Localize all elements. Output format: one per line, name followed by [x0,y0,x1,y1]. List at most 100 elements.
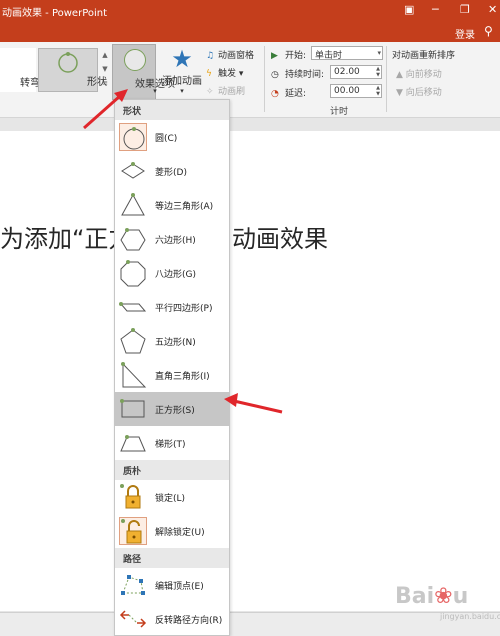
trapezoid-shape-icon [119,429,147,457]
lock-icon [119,483,147,511]
reverse-path-icon [119,605,147,633]
group-divider [264,46,265,112]
move-later-label: 向后移动 [405,88,442,98]
animations-ribbon: 转弯 形状 ▲ ▼ ≡ 效果选项 ▾ ★ 添加动画 ▾ ♫ 动画窗格 ϟ 触发 ▾ ✧ 动… [0,42,500,118]
animation-pane-icon: ♫ [206,51,215,61]
delay-value: 00.00 [334,86,360,96]
window-title: 动画效果 - PowerPoint [2,8,108,19]
arrow-down-icon: ▼ [396,88,403,98]
timing-group-label: 计时 [330,107,349,117]
menu-item-lock[interactable]: 锁定(L) [115,480,229,514]
start-value: 单击时 [315,51,343,61]
menu-item-pentagon[interactable]: 五边形(N) [115,324,229,358]
effect-options-icon [124,49,146,71]
group-divider [386,46,387,112]
watermark-url: jingyan.baidu.com [440,612,500,621]
triangle-shape-icon [119,191,147,219]
menu-item-right-triangle[interactable]: 直角三角形(I) [115,358,229,392]
login-link[interactable]: 登录 [455,26,475,41]
animation-painter-button[interactable]: ✧ 动画刷 [206,84,245,97]
play-icon: ▶ [271,51,278,61]
menu-item-reverse-path[interactable]: 反转路径方向(R) [115,602,229,635]
menu-item-parallelogram[interactable]: 平行四边形(P) [115,290,229,324]
menu-item-edit-points[interactable]: 编辑顶点(E) [115,568,229,602]
duration-label: 持续时间: [285,70,325,80]
delay-label: 延迟: [285,89,307,99]
minimize-icon[interactable]: ─ [432,3,439,16]
square-shape-icon [119,395,147,423]
menu-item-label: 圆(C) [155,134,178,144]
menu-item-label: 锁定(L) [155,494,186,504]
spinner-icon[interactable]: ▲ ▼ [376,85,380,97]
watermark-logo: Bai❀u [395,584,469,609]
right-triangle-shape-icon [119,361,147,389]
trigger-label: 触发 [218,69,237,79]
parallelogram-shape-icon [119,293,147,321]
menu-item-label: 六边形(H) [155,236,196,246]
restore-icon[interactable]: ❐ [460,3,470,16]
edit-points-icon [119,571,147,599]
duration-input[interactable]: 02.00 ▲ ▼ [330,65,382,79]
start-label: 开始: [285,51,307,61]
gallery-swivel[interactable]: 转弯 [0,48,40,92]
lightning-icon: ϟ [206,69,212,79]
delay-input[interactable]: 00.00 ▲ ▼ [330,84,382,98]
move-earlier-label: 向前移动 [405,70,442,80]
menu-item-circle[interactable]: 圆(C) [115,120,229,154]
animation-painter-label: 动画刷 [218,87,246,97]
gallery-shape[interactable]: 形状 [38,48,107,92]
duration-row: ◷ 持续时间: 02.00 ▲ ▼ [271,65,382,80]
user-icon[interactable]: ⚲ [484,24,493,38]
close-icon[interactable]: ✕ [488,3,497,16]
painter-icon: ✧ [206,87,214,97]
slide-canvas[interactable]: 为添加“正方 动画效果 [0,131,500,611]
start-row: ▶ 开始: 单击时 ▾ [271,46,383,61]
animation-pane-button[interactable]: ♫ 动画窗格 [206,48,254,61]
section-header: 质朴 [115,460,229,480]
effect-options-dropdown: 形状圆(C) 菱形(D) 等边三角形(A) 六边形(H) 八边形(G) 平行四边形(P) 五… [114,99,230,636]
move-later-button[interactable]: ▼ 向后移动 [396,85,442,98]
menu-item-label: 平行四边形(P) [155,304,213,314]
menu-item-label: 解除锁定(U) [155,528,205,538]
hexagon-shape-icon [119,225,147,253]
menu-item-label: 反转路径方向(R) [155,616,223,626]
section-header: 形状 [115,100,229,120]
add-animation-button[interactable]: ★ 添加动画 ▾ [160,46,204,102]
gallery-scroll[interactable]: ▲ ▼ ≡ [100,48,110,92]
duration-value: 02.00 [334,67,360,77]
menu-item-unlock[interactable]: 解除锁定(U) [115,514,229,548]
trigger-button[interactable]: ϟ 触发 ▾ [206,66,243,79]
menu-item-diamond[interactable]: 菱形(D) [115,154,229,188]
menu-item-hexagon[interactable]: 六边形(H) [115,222,229,256]
menu-item-label: 梯形(T) [155,440,186,450]
diamond-shape-icon [119,157,147,185]
menu-item-square[interactable]: 正方形(S) [115,392,229,426]
account-bar: 登录 ⚲ [0,22,500,42]
effect-options-button[interactable]: 效果选项 ▾ [112,44,175,100]
add-animation-star-icon: ★ [171,45,193,73]
unlock-icon [119,517,147,545]
reorder-title: 对动画重新排序 [392,51,456,61]
slide-text-left[interactable]: 为添加“正方 [0,219,132,254]
octagon-shape-icon [119,259,147,287]
menu-item-label: 编辑顶点(E) [155,582,204,592]
move-earlier-button[interactable]: ▲ 向前移动 [396,67,442,80]
slide-text-right[interactable]: 动画效果 [232,219,328,254]
status-strip [0,612,500,636]
menu-item-octagon[interactable]: 八边形(G) [115,256,229,290]
spinner-icon[interactable]: ▲ ▼ [376,66,380,78]
ribbon-display-icon[interactable]: ▣ [404,3,414,16]
add-animation-label: 添加动画 [162,76,202,87]
delay-row: ◔ 延迟: 00.00 ▲ ▼ [271,84,382,99]
start-select[interactable]: 单击时 ▾ [311,46,383,61]
title-bar: 动画效果 - PowerPoint ▣ ─ ❐ ✕ [0,0,500,22]
menu-item-label: 正方形(S) [155,406,195,416]
menu-item-triangle[interactable]: 等边三角形(A) [115,188,229,222]
menu-item-label: 直角三角形(I) [155,372,210,382]
menu-item-label: 八边形(G) [155,270,196,280]
arrow-up-icon: ▲ [396,70,403,80]
menu-item-label: 五边形(N) [155,338,196,348]
pentagon-shape-icon [119,327,147,355]
menu-item-trapezoid[interactable]: 梯形(T) [115,426,229,460]
delay-clock-icon: ◔ [271,89,279,99]
